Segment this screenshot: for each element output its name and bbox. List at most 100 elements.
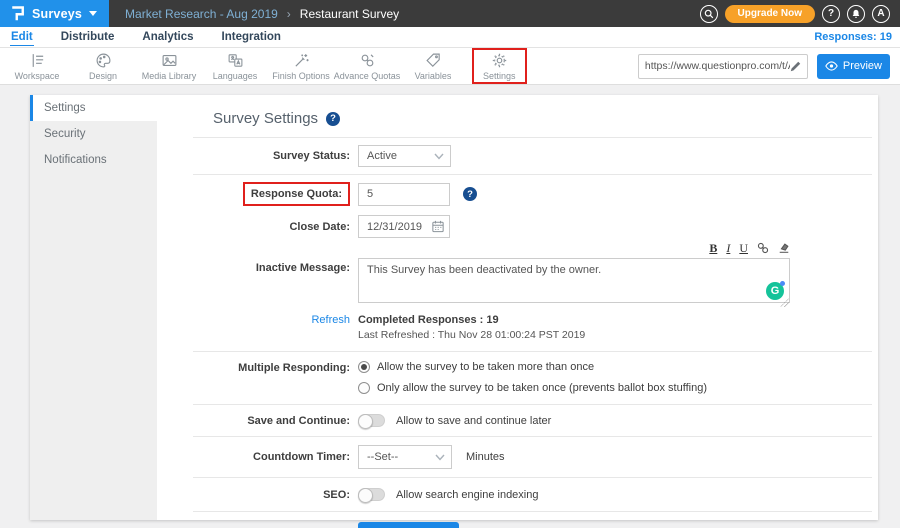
finish-options-icon — [293, 52, 310, 69]
bell-icon — [851, 9, 861, 19]
countdown-timer-row: Countdown Timer: --Set-- Minutes — [193, 437, 872, 477]
tool-settings[interactable]: Settings — [472, 48, 527, 84]
breadcrumb-survey-name: Restaurant Survey — [300, 7, 399, 21]
top-bar: Surveys Market Research - Aug 2019 › Res… — [0, 0, 900, 27]
survey-status-row: Survey Status: Active — [193, 138, 872, 174]
seo-row: SEO: Allow search engine indexing — [193, 478, 872, 511]
close-date-input[interactable] — [358, 215, 450, 238]
radio-only-once[interactable]: Only allow the survey to be taken once (… — [358, 382, 707, 394]
sidebar-item-security[interactable]: Security — [30, 121, 157, 147]
format-toolbar: B I U — [358, 241, 790, 255]
radio-allow-multiple[interactable]: Allow the survey to be taken more than o… — [358, 361, 707, 373]
seo-toggle[interactable] — [358, 488, 385, 501]
variables-icon — [425, 52, 442, 69]
radio-selected-icon — [358, 361, 370, 373]
product-name: Surveys — [32, 7, 82, 21]
page-help-icon[interactable]: ? — [326, 112, 340, 126]
survey-url-input[interactable] — [645, 60, 790, 72]
save-changes-button[interactable]: Save Changes — [358, 522, 459, 528]
chevron-down-icon — [435, 454, 445, 461]
page-title: Survey Settings — [213, 110, 318, 127]
response-quota-help-icon[interactable]: ? — [463, 187, 477, 201]
refresh-row: Refresh Completed Responses : 19 Last Re… — [193, 314, 872, 351]
responses-count[interactable]: Responses: 19 — [814, 31, 892, 43]
radio-unselected-icon — [358, 382, 370, 394]
product-switcher[interactable]: Surveys — [0, 0, 109, 27]
sidebar-item-notifications[interactable]: Notifications — [30, 147, 157, 173]
questionpro-app: Surveys Market Research - Aug 2019 › Res… — [0, 0, 900, 528]
inactive-message-label: Inactive Message: — [193, 241, 350, 274]
workspace-icon — [29, 52, 46, 69]
close-date-row: Close Date: — [193, 215, 872, 238]
help-button[interactable]: ? — [822, 5, 840, 23]
survey-url-box — [638, 54, 808, 79]
resize-handle[interactable] — [780, 298, 789, 307]
minutes-suffix: Minutes — [466, 451, 505, 463]
tool-design[interactable]: Design — [70, 52, 136, 81]
upgrade-now-button[interactable]: Upgrade Now — [725, 5, 815, 23]
bold-button[interactable]: B — [709, 242, 717, 254]
eye-icon — [825, 61, 838, 71]
close-date-label: Close Date: — [193, 221, 350, 233]
survey-status-select[interactable]: Active — [358, 145, 451, 167]
inactive-message-row: Inactive Message: B I U — [193, 241, 872, 308]
refresh-link[interactable]: Refresh — [193, 314, 350, 326]
menu-integration[interactable]: Integration — [221, 29, 282, 45]
breadcrumb: Market Research - Aug 2019 › Restaurant … — [125, 7, 399, 21]
top-actions: Upgrade Now ? A — [700, 5, 900, 23]
settings-main: Survey Settings ? Survey Status: Active — [157, 95, 878, 520]
save-and-continue-label: Save and Continue: — [193, 415, 350, 427]
underline-button[interactable]: U — [739, 242, 748, 254]
menu-distribute[interactable]: Distribute — [60, 29, 116, 45]
tool-variables[interactable]: Variables — [400, 52, 466, 81]
design-icon — [95, 52, 112, 69]
response-quota-label: Response Quota: — [243, 182, 350, 206]
last-refreshed: Last Refreshed : Thu Nov 28 01:00:24 PST… — [358, 329, 585, 341]
tool-languages[interactable]: Languages — [202, 52, 268, 81]
save-and-continue-toggle[interactable] — [358, 414, 385, 427]
menu-analytics[interactable]: Analytics — [141, 29, 194, 45]
edit-toolbar: Workspace Design Media Library Languages… — [0, 48, 900, 85]
countdown-timer-label: Countdown Timer: — [193, 451, 350, 463]
chevron-down-icon — [89, 11, 97, 16]
tool-workspace[interactable]: Workspace — [4, 52, 70, 81]
survey-status-label: Survey Status: — [193, 150, 350, 162]
countdown-timer-select[interactable]: --Set-- — [358, 445, 452, 469]
breadcrumb-folder[interactable]: Market Research - Aug 2019 — [125, 7, 278, 21]
chevron-down-icon — [434, 153, 444, 160]
edit-url-pencil-icon[interactable] — [790, 61, 801, 72]
inactive-message-textarea[interactable]: This Survey has been deactivated by the … — [358, 258, 790, 303]
save-row: Save Changes — [193, 512, 872, 528]
advance-quotas-icon — [359, 52, 376, 69]
preview-button[interactable]: Preview — [817, 54, 890, 79]
response-quota-row: Response Quota: ? — [193, 175, 872, 206]
completed-responses: Completed Responses : 19 — [358, 314, 585, 326]
search-button[interactable] — [700, 5, 718, 23]
content-area: Settings Security Notifications Survey S… — [0, 85, 900, 528]
sidebar-item-settings[interactable]: Settings — [30, 95, 157, 121]
languages-icon — [227, 52, 244, 69]
link-icon[interactable] — [757, 242, 769, 254]
questionpro-logo-icon — [10, 5, 25, 22]
tool-finish-options[interactable]: Finish Options — [268, 52, 334, 81]
menu-edit[interactable]: Edit — [10, 29, 34, 46]
avatar[interactable]: A — [872, 5, 890, 23]
italic-button[interactable]: I — [726, 242, 730, 254]
tool-media-library[interactable]: Media Library — [136, 52, 202, 81]
settings-sidebar: Settings Security Notifications — [30, 95, 157, 520]
media-library-icon — [161, 52, 178, 69]
settings-panel: Settings Security Notifications Survey S… — [30, 95, 878, 520]
multiple-responding-row: Multiple Responding: Allow the survey to… — [193, 352, 872, 404]
seo-label: SEO: — [193, 489, 350, 501]
remove-format-icon[interactable] — [778, 242, 790, 254]
multiple-responding-label: Multiple Responding: — [193, 361, 350, 374]
response-quota-input[interactable] — [358, 183, 450, 206]
tool-advance-quotas[interactable]: Advance Quotas — [334, 52, 400, 81]
gear-icon — [491, 52, 508, 69]
save-and-continue-row: Save and Continue: Allow to save and con… — [193, 405, 872, 436]
survey-menu: Edit Distribute Analytics Integration Re… — [0, 27, 900, 48]
breadcrumb-separator: › — [287, 7, 291, 21]
notifications-button[interactable] — [847, 5, 865, 23]
toolbar-right: Preview — [638, 54, 890, 79]
search-icon — [704, 9, 714, 19]
